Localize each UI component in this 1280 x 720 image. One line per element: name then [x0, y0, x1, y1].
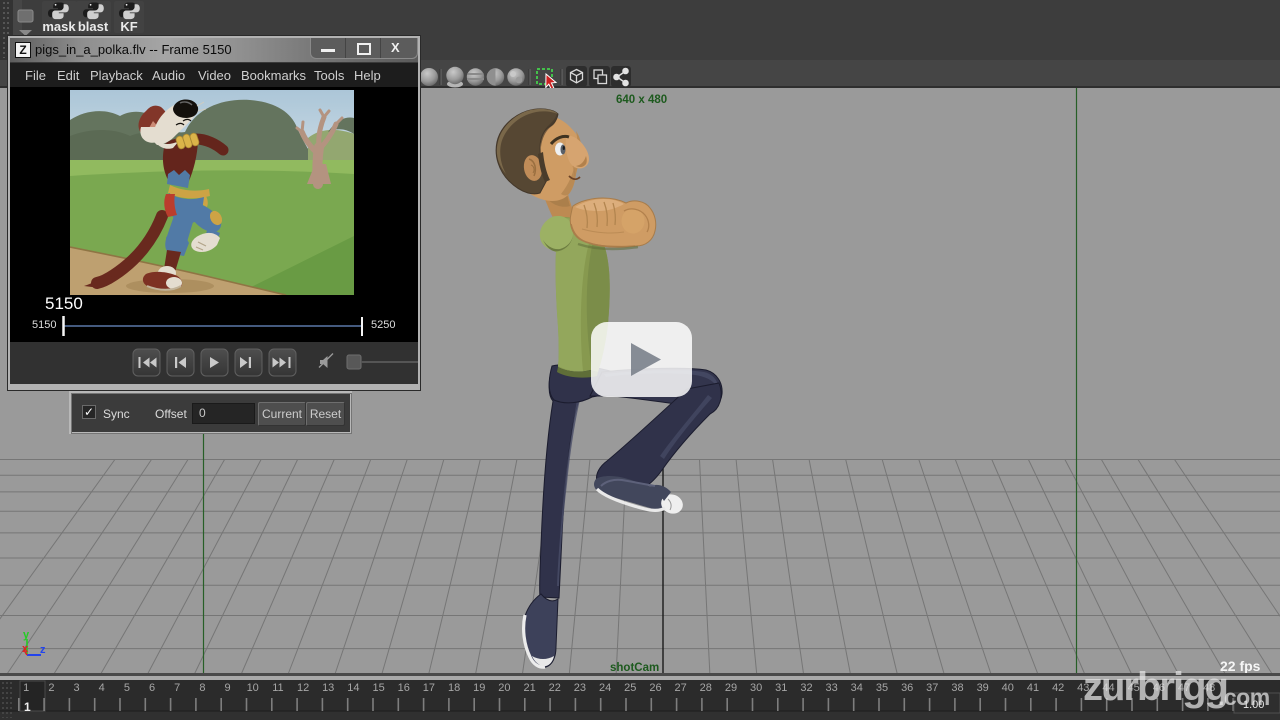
svg-text:29: 29: [725, 682, 737, 694]
svg-text:42: 42: [1052, 682, 1064, 694]
svg-text:640 x 480: 640 x 480: [616, 94, 667, 106]
svg-text:2: 2: [48, 682, 54, 694]
svg-text:1: 1: [23, 682, 29, 694]
svg-text:19: 19: [473, 682, 485, 694]
svg-text:mask: mask: [42, 19, 76, 34]
svg-text:35: 35: [876, 682, 888, 694]
svg-text:18: 18: [448, 682, 460, 694]
svg-text:5: 5: [124, 682, 130, 694]
svg-text:11: 11: [272, 682, 283, 694]
svg-text:38: 38: [951, 682, 963, 694]
svg-text:24: 24: [599, 682, 611, 694]
svg-text:30: 30: [750, 682, 762, 694]
svg-text:4: 4: [99, 682, 105, 694]
svg-text:17: 17: [423, 682, 435, 694]
svg-text:shotCam: shotCam: [610, 662, 659, 674]
svg-text:22: 22: [549, 682, 561, 694]
svg-text:21: 21: [523, 682, 535, 694]
svg-text:1: 1: [24, 700, 31, 714]
svg-text:y: y: [23, 629, 30, 641]
svg-text:34: 34: [851, 682, 863, 694]
svg-text:7: 7: [174, 682, 180, 694]
svg-text:39: 39: [977, 682, 989, 694]
svg-text:32: 32: [800, 682, 812, 694]
svg-text:x: x: [22, 643, 29, 655]
svg-text:36: 36: [901, 682, 913, 694]
svg-text:15: 15: [372, 682, 384, 694]
svg-text:23: 23: [574, 682, 586, 694]
svg-text:blast: blast: [78, 19, 109, 34]
svg-text:25: 25: [624, 682, 636, 694]
svg-text:KF: KF: [120, 19, 137, 34]
svg-text:28: 28: [700, 682, 712, 694]
svg-text:8: 8: [199, 682, 205, 694]
svg-text:9: 9: [225, 682, 231, 694]
svg-text:16: 16: [398, 682, 410, 694]
svg-text:41: 41: [1027, 682, 1039, 694]
svg-text:3: 3: [73, 682, 79, 694]
svg-text:6: 6: [149, 682, 155, 694]
svg-text:12: 12: [297, 682, 309, 694]
svg-text:13: 13: [322, 682, 334, 694]
svg-text:27: 27: [674, 682, 686, 694]
svg-text:37: 37: [926, 682, 938, 694]
svg-text:10: 10: [247, 682, 259, 694]
svg-text:31: 31: [775, 682, 787, 694]
svg-text:26: 26: [649, 682, 661, 694]
svg-text:z: z: [40, 644, 46, 656]
svg-text:33: 33: [825, 682, 837, 694]
svg-text:14: 14: [347, 682, 359, 694]
svg-text:40: 40: [1002, 682, 1014, 694]
svg-text:20: 20: [498, 682, 510, 694]
